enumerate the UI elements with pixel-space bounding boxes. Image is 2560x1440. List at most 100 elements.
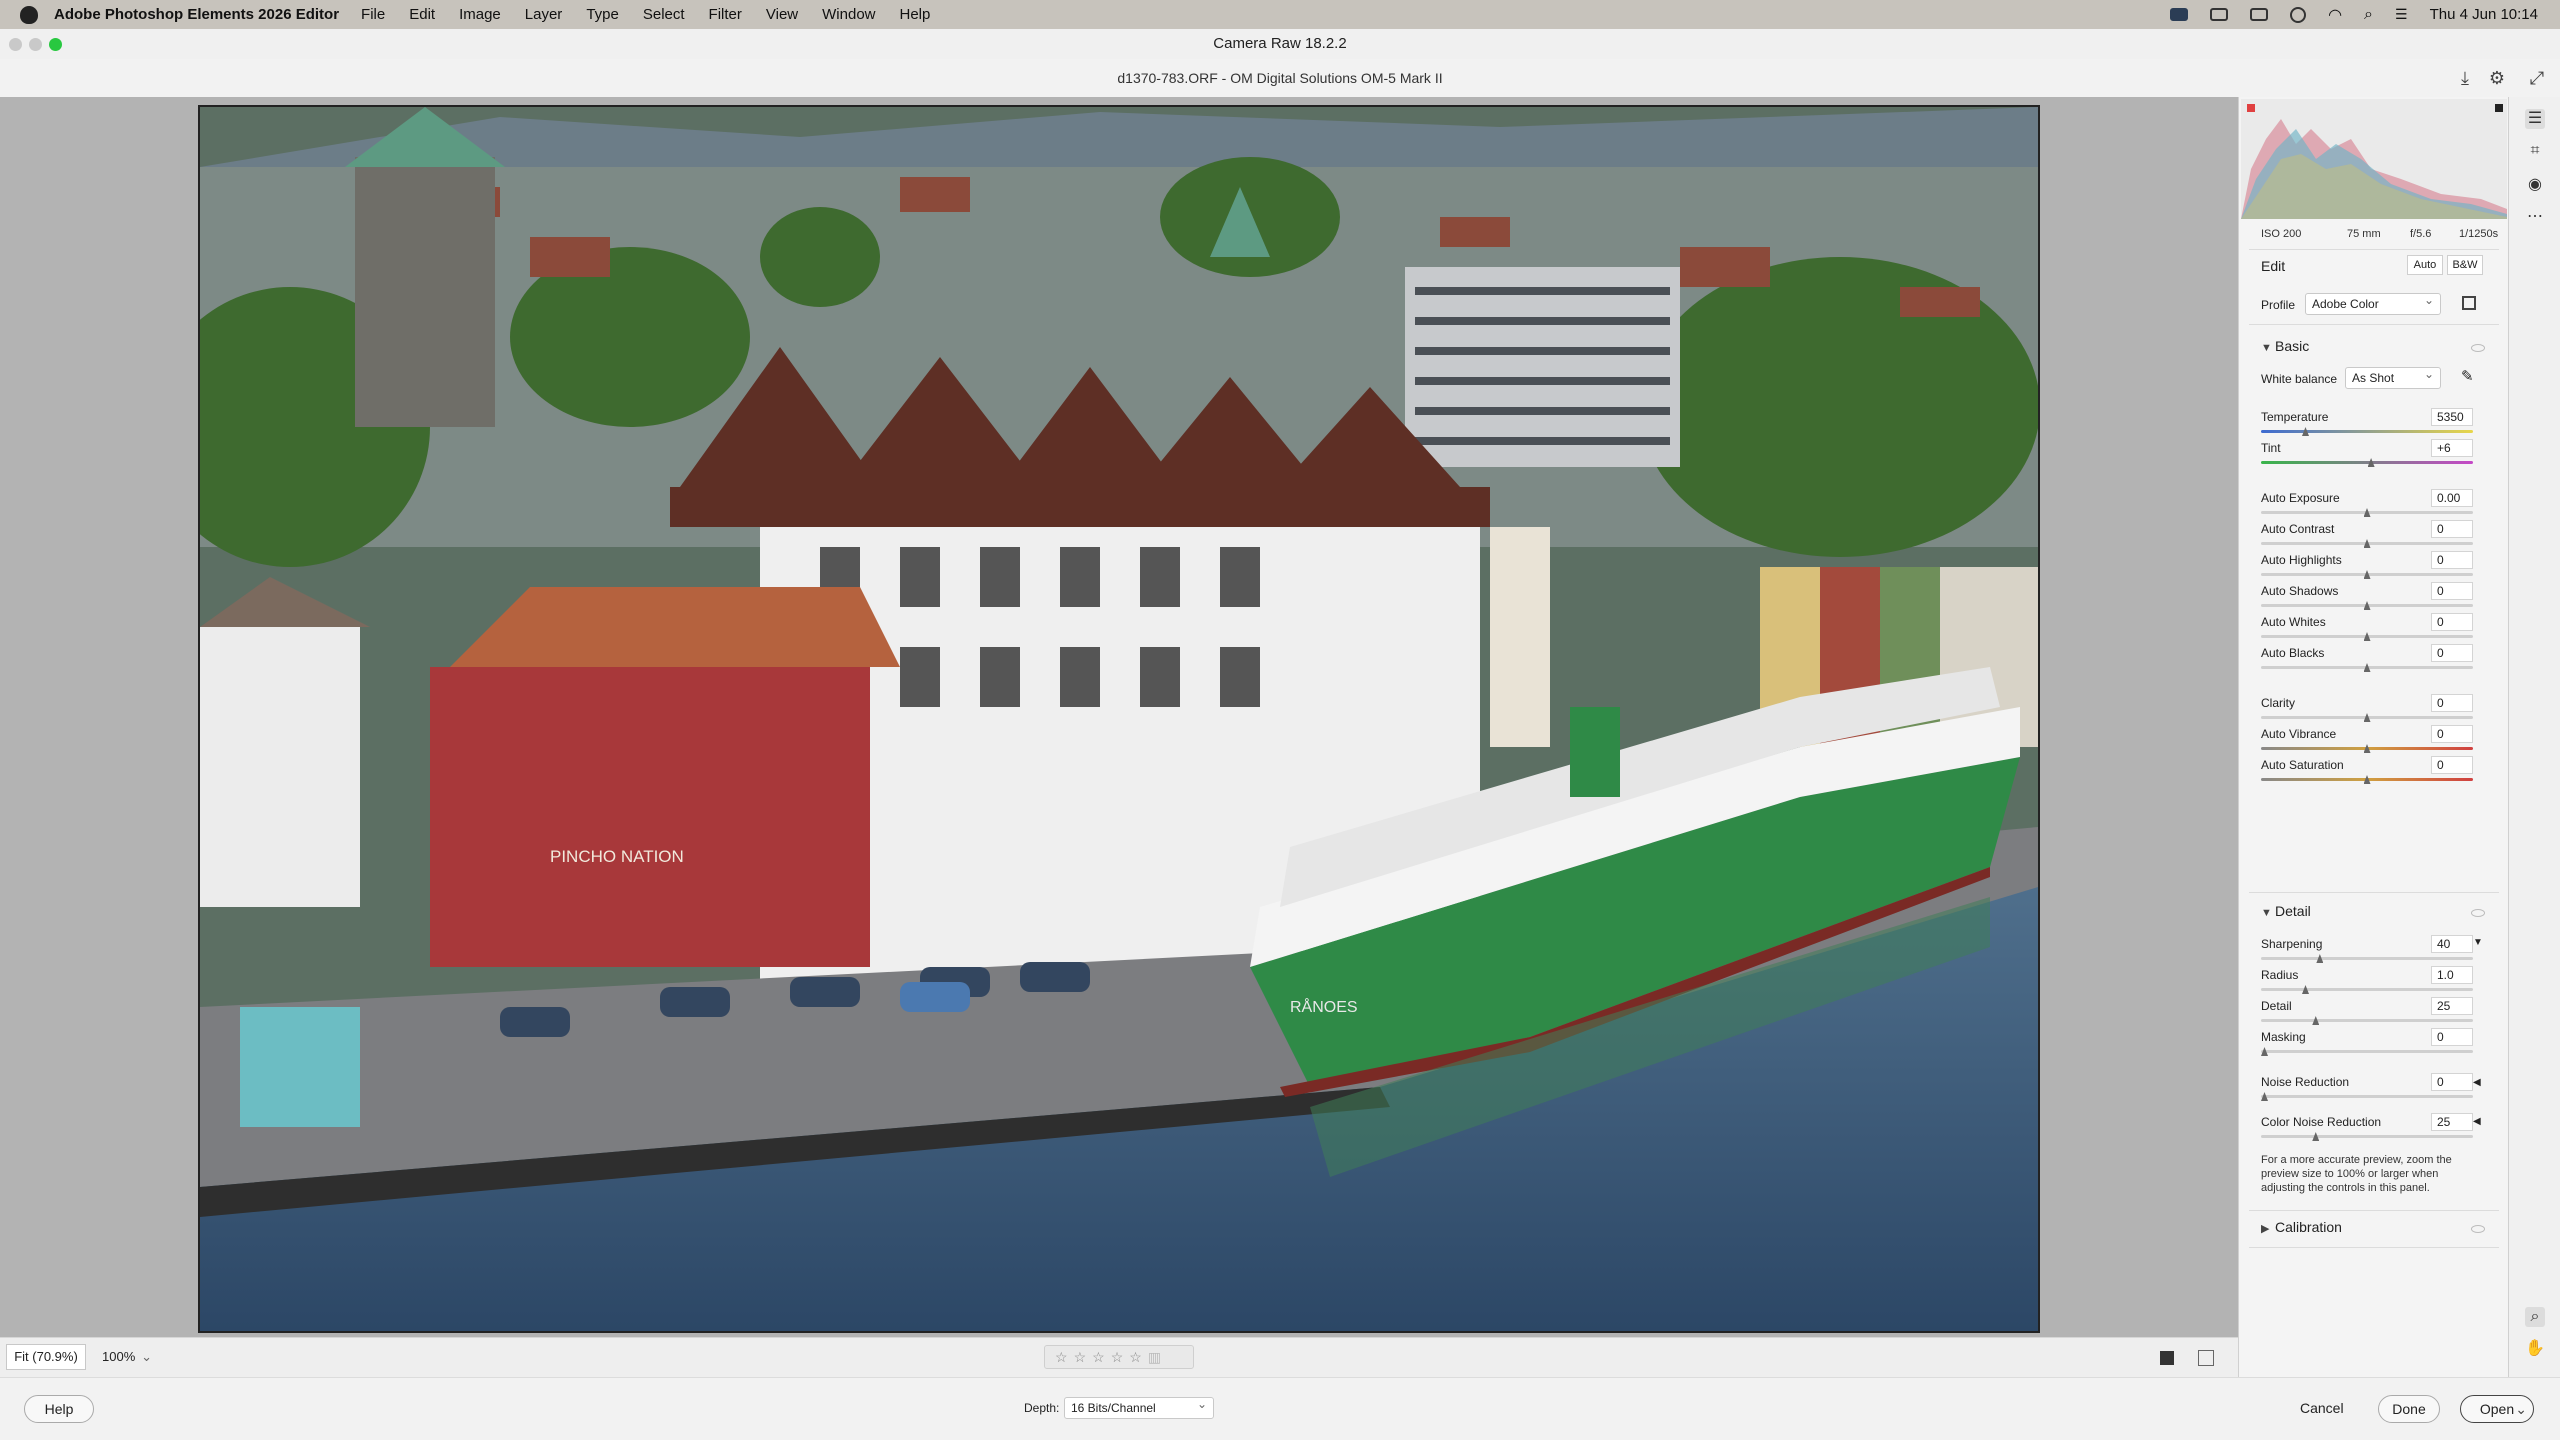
profile-browser-icon[interactable] <box>2462 296 2476 310</box>
time-machine-icon[interactable] <box>2290 6 2307 23</box>
detail-slider-sharpening[interactable]: Sharpening 40 <box>2261 935 2501 965</box>
slider-thumb[interactable] <box>2363 775 2371 784</box>
menubar-clock[interactable]: Thu 4 Jun 10:14 <box>2430 6 2538 23</box>
slider-thumb[interactable] <box>2312 1016 2320 1025</box>
chevron-down-icon[interactable]: ⌄ <box>141 1344 152 1370</box>
settings-gear-icon[interactable]: ⚙ <box>2486 67 2508 89</box>
slider-thumb[interactable] <box>2302 427 2309 436</box>
slider-track[interactable] <box>2261 427 2473 436</box>
slider-thumb[interactable] <box>2363 539 2371 548</box>
slider-value-input[interactable]: 0 <box>2431 520 2473 538</box>
slider-thumb[interactable] <box>2363 601 2371 610</box>
basic-slider-clarity[interactable]: Clarity 0 <box>2261 694 2501 724</box>
depth-select[interactable]: 16 Bits/Channel <box>1064 1394 1214 1419</box>
slider-thumb[interactable] <box>2261 1047 2268 1056</box>
menu-help[interactable]: Help <box>900 6 931 23</box>
zoom-window-button[interactable] <box>49 38 62 51</box>
noise-reduction-toggle-icon[interactable]: ◀ <box>2473 1077 2481 1088</box>
slider-value-input[interactable]: 0 <box>2431 1028 2473 1046</box>
red-eye-icon[interactable]: ◉ <box>2525 175 2545 195</box>
menu-filter[interactable]: Filter <box>709 6 742 23</box>
slider-thumb[interactable] <box>2261 1092 2268 1101</box>
app-name-menu[interactable]: Adobe Photoshop Elements 2026 Editor <box>54 6 339 23</box>
slider-track[interactable] <box>2261 1016 2473 1025</box>
slider-track[interactable] <box>2261 508 2473 517</box>
slider-value-input[interactable]: 0 <box>2431 613 2473 631</box>
calibration-section-header[interactable]: ▶ Calibration <box>2261 1219 2342 1235</box>
white-balance-select[interactable]: As Shot <box>2345 364 2441 389</box>
star-1-icon[interactable]: ☆ <box>1055 1349 1074 1365</box>
auto-button[interactable]: Auto <box>2407 255 2443 275</box>
profile-select[interactable]: Adobe Color <box>2305 290 2441 315</box>
single-view-icon[interactable] <box>2160 1351 2174 1365</box>
basic-slider-auto-exposure[interactable]: Auto Exposure 0.00 <box>2261 489 2501 519</box>
compare-view-icon[interactable] <box>2198 1350 2214 1366</box>
zoom-tool-icon[interactable]: ⌕ <box>2525 1307 2545 1327</box>
slider-track[interactable] <box>2261 744 2473 753</box>
cancel-button[interactable]: Cancel <box>2300 1395 2350 1423</box>
menu-window[interactable]: Window <box>822 6 875 23</box>
open-button[interactable]: Open ⌄ <box>2460 1395 2534 1423</box>
menu-edit[interactable]: Edit <box>409 6 435 23</box>
eyedropper-icon[interactable]: ✎ <box>2461 367 2474 385</box>
preview-canvas[interactable]: PINCHO NATION RÅNOES <box>0 97 2238 1337</box>
basic-slider-auto-shadows[interactable]: Auto Shadows 0 <box>2261 582 2501 612</box>
save-image-icon[interactable]: ⤓ <box>2454 67 2476 89</box>
wifi-icon[interactable]: ◠ <box>2328 5 2342 25</box>
star-4-icon[interactable]: ☆ <box>1111 1349 1130 1365</box>
visibility-eye-icon[interactable] <box>2471 909 2485 917</box>
slider-track[interactable] <box>2261 1132 2473 1141</box>
color-noise-toggle-icon[interactable]: ◀ <box>2473 1116 2481 1127</box>
photoshop-status-icon[interactable] <box>2170 8 2189 21</box>
star-2-icon[interactable]: ☆ <box>1074 1349 1093 1365</box>
slider-value-input[interactable]: 5350 <box>2431 408 2473 426</box>
star-3-icon[interactable]: ☆ <box>1092 1349 1111 1365</box>
fit-zoom-button[interactable]: Fit (70.9%) <box>6 1344 86 1370</box>
slider-track[interactable] <box>2261 663 2473 672</box>
slider-track[interactable] <box>2261 632 2473 641</box>
trash-icon[interactable]: ▥ <box>1148 1349 1167 1365</box>
slider-track[interactable] <box>2261 601 2473 610</box>
basic-slider-tint[interactable]: Tint +6 <box>2261 439 2501 469</box>
control-center-icon[interactable]: ☰ <box>2395 6 2408 23</box>
hand-tool-icon[interactable]: ✋ <box>2525 1339 2545 1359</box>
detail-section-header[interactable]: ▼ Detail <box>2261 903 2311 919</box>
slider-thumb[interactable] <box>2302 985 2309 994</box>
slider-track[interactable] <box>2261 539 2473 548</box>
close-window-button[interactable] <box>9 38 22 51</box>
app-status-icon[interactable] <box>2210 8 2229 21</box>
photo-preview[interactable]: PINCHO NATION RÅNOES <box>198 105 2040 1333</box>
slider-thumb[interactable] <box>2363 508 2371 517</box>
slider-value-input[interactable]: 0 <box>2431 551 2473 569</box>
slider-value-input[interactable]: 1.0 <box>2431 966 2473 984</box>
search-icon[interactable]: ⌕ <box>2364 6 2373 24</box>
detail-slider-detail[interactable]: Detail 25 <box>2261 997 2501 1027</box>
slider-value-input[interactable]: +6 <box>2431 439 2473 457</box>
menu-type[interactable]: Type <box>586 6 619 23</box>
detail-slider-noise-reduction[interactable]: Noise Reduction 0 <box>2261 1073 2501 1103</box>
detail-slider-masking[interactable]: Masking 0 <box>2261 1028 2501 1058</box>
slider-thumb[interactable] <box>2312 1132 2320 1141</box>
slider-value-input[interactable]: 0 <box>2431 582 2473 600</box>
more-options-icon[interactable]: ⋯ <box>2525 207 2545 227</box>
slider-track[interactable] <box>2261 985 2473 994</box>
basic-slider-auto-highlights[interactable]: Auto Highlights 0 <box>2261 551 2501 581</box>
slider-track[interactable] <box>2261 458 2473 467</box>
crop-icon[interactable]: ⌗ <box>2525 141 2545 161</box>
slider-thumb[interactable] <box>2363 570 2371 579</box>
detail-slider-color-noise-reduction[interactable]: Color Noise Reduction 25 <box>2261 1113 2501 1143</box>
apple-icon[interactable] <box>20 5 38 24</box>
slider-track[interactable] <box>2261 1047 2473 1056</box>
sharpening-toggle-icon[interactable]: ▼ <box>2473 937 2483 948</box>
minimize-window-button[interactable] <box>29 38 42 51</box>
slider-value-input[interactable]: 0.00 <box>2431 489 2473 507</box>
slider-value-input[interactable]: 0 <box>2431 756 2473 774</box>
slider-value-input[interactable]: 40 <box>2431 935 2473 953</box>
slider-value-input[interactable]: 0 <box>2431 694 2473 712</box>
slider-thumb[interactable] <box>2363 663 2371 672</box>
slider-thumb[interactable] <box>2316 954 2324 963</box>
slider-value-input[interactable]: 0 <box>2431 1073 2473 1091</box>
basic-slider-temperature[interactable]: Temperature 5350 <box>2261 408 2501 438</box>
slider-value-input[interactable]: 0 <box>2431 644 2473 662</box>
help-button[interactable]: Help <box>24 1395 94 1423</box>
